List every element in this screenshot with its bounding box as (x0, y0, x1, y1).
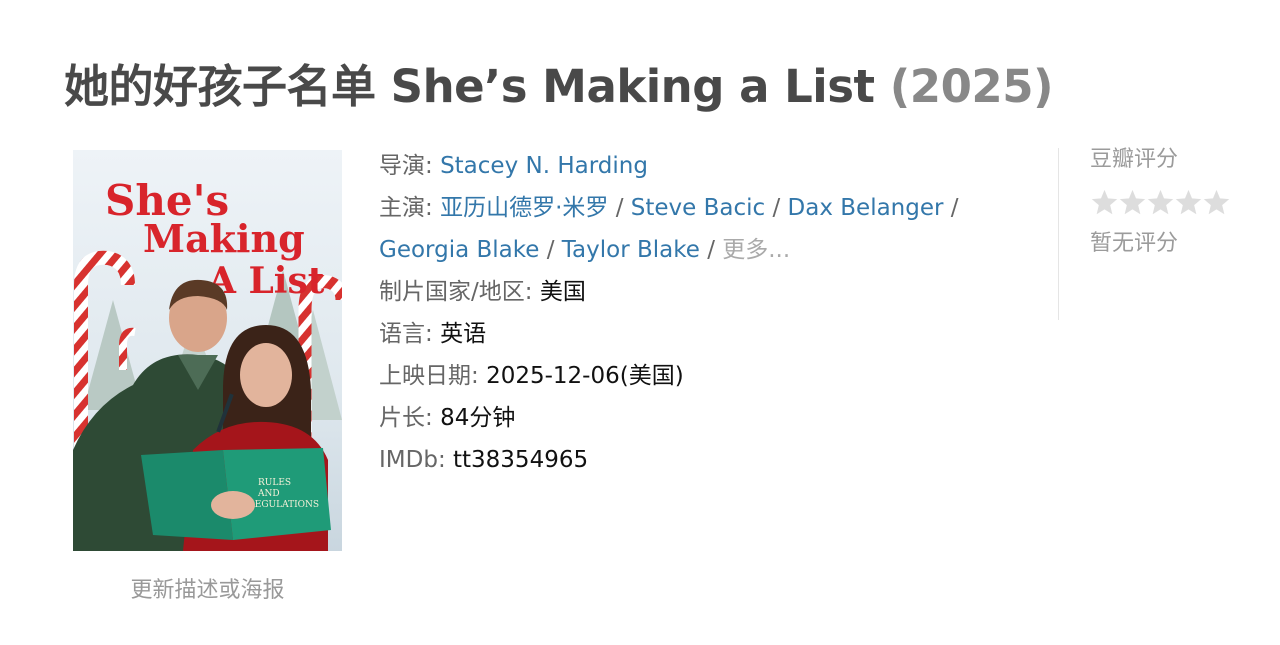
cast-link-1[interactable]: 亚历山德罗·米罗 (440, 195, 608, 221)
language-colon: : (425, 321, 433, 347)
language-value: 英语 (440, 321, 487, 347)
director-label: 导演 (379, 153, 425, 179)
release-colon: : (471, 363, 479, 389)
star-icon (1203, 189, 1230, 215)
imdb-label: IMDb (379, 447, 438, 473)
movie-year: (2025) (889, 60, 1054, 113)
poster-book-line-2: AND (257, 489, 280, 499)
imdb-value: tt38354965 (453, 447, 589, 473)
director-colon: : (425, 153, 433, 179)
cast-label: 主演 (379, 195, 425, 221)
country-value: 美国 (539, 279, 586, 305)
update-description-link[interactable]: 更新描述或海报 (73, 572, 342, 604)
poster-book-line-3: REGULATIONS (248, 500, 319, 510)
imdb-row: IMDb: tt38354965 (379, 439, 1039, 481)
language-label: 语言 (379, 321, 425, 347)
director-row: 导演: Stacey N. Harding (379, 145, 1039, 187)
runtime-row: 片长: 84分钟 (379, 397, 1039, 439)
poster-book-line-1: RULES (258, 478, 291, 488)
cast-row: 主演: 亚历山德罗·米罗 / Steve Bacic / Dax Belange… (379, 187, 1039, 229)
director-link[interactable]: Stacey N. Harding (440, 153, 648, 179)
rating-label: 豆瓣评分 (1090, 147, 1179, 172)
cast-separator: / (772, 195, 781, 221)
release-row: 上映日期: 2025-12-06(美国) (379, 355, 1039, 397)
country-label: 制片国家/地区 (379, 279, 525, 305)
rating-stars (1090, 188, 1260, 222)
poster-artwork: She's Making A List RULES AND REGULATION… (73, 150, 342, 551)
rating-value: 暂无评分 (1090, 231, 1179, 256)
poster-image[interactable]: She's Making A List RULES AND REGULATION… (73, 150, 342, 551)
cast-link-3[interactable]: Dax Belanger (788, 195, 944, 221)
star-icon (1147, 189, 1174, 215)
movie-title: 她的好孩子名单 She’s Making a List (64, 60, 875, 113)
movie-info: 导演: Stacey N. Harding 主演: 亚历山德罗·米罗 / Ste… (379, 145, 1039, 481)
page-title: 她的好孩子名单 She’s Making a List (2025) (64, 52, 1054, 122)
rating-panel: 豆瓣评分 暂无评分 (1090, 140, 1260, 264)
cast-separator: / (546, 237, 555, 263)
cast-row-continued: Georgia Blake / Taylor Blake / 更多... (379, 229, 1039, 271)
cast-colon: : (425, 195, 433, 221)
cast-link-4[interactable]: Georgia Blake (379, 237, 539, 263)
star-icon (1119, 189, 1146, 215)
star-icon (1175, 189, 1202, 215)
poster-title-line-2: Making (143, 216, 305, 261)
rating-divider (1058, 148, 1059, 320)
release-label: 上映日期 (379, 363, 471, 389)
runtime-value: 84分钟 (440, 405, 516, 431)
cast-link-5[interactable]: Taylor Blake (562, 237, 700, 263)
more-cast-link[interactable]: 更多... (722, 237, 790, 263)
star-icon (1091, 189, 1118, 215)
cast-separator: / (950, 195, 959, 221)
country-colon: : (524, 279, 533, 305)
cast-separator: / (707, 237, 715, 263)
country-row: 制片国家/地区: 美国 (379, 271, 1039, 313)
runtime-colon: : (425, 405, 433, 431)
cast-link-2[interactable]: Steve Bacic (631, 195, 765, 221)
imdb-colon: : (437, 447, 446, 473)
release-value: 2025-12-06(美国) (486, 363, 684, 389)
language-row: 语言: 英语 (379, 313, 1039, 355)
cast-separator: / (615, 195, 624, 221)
runtime-label: 片长 (379, 405, 425, 431)
